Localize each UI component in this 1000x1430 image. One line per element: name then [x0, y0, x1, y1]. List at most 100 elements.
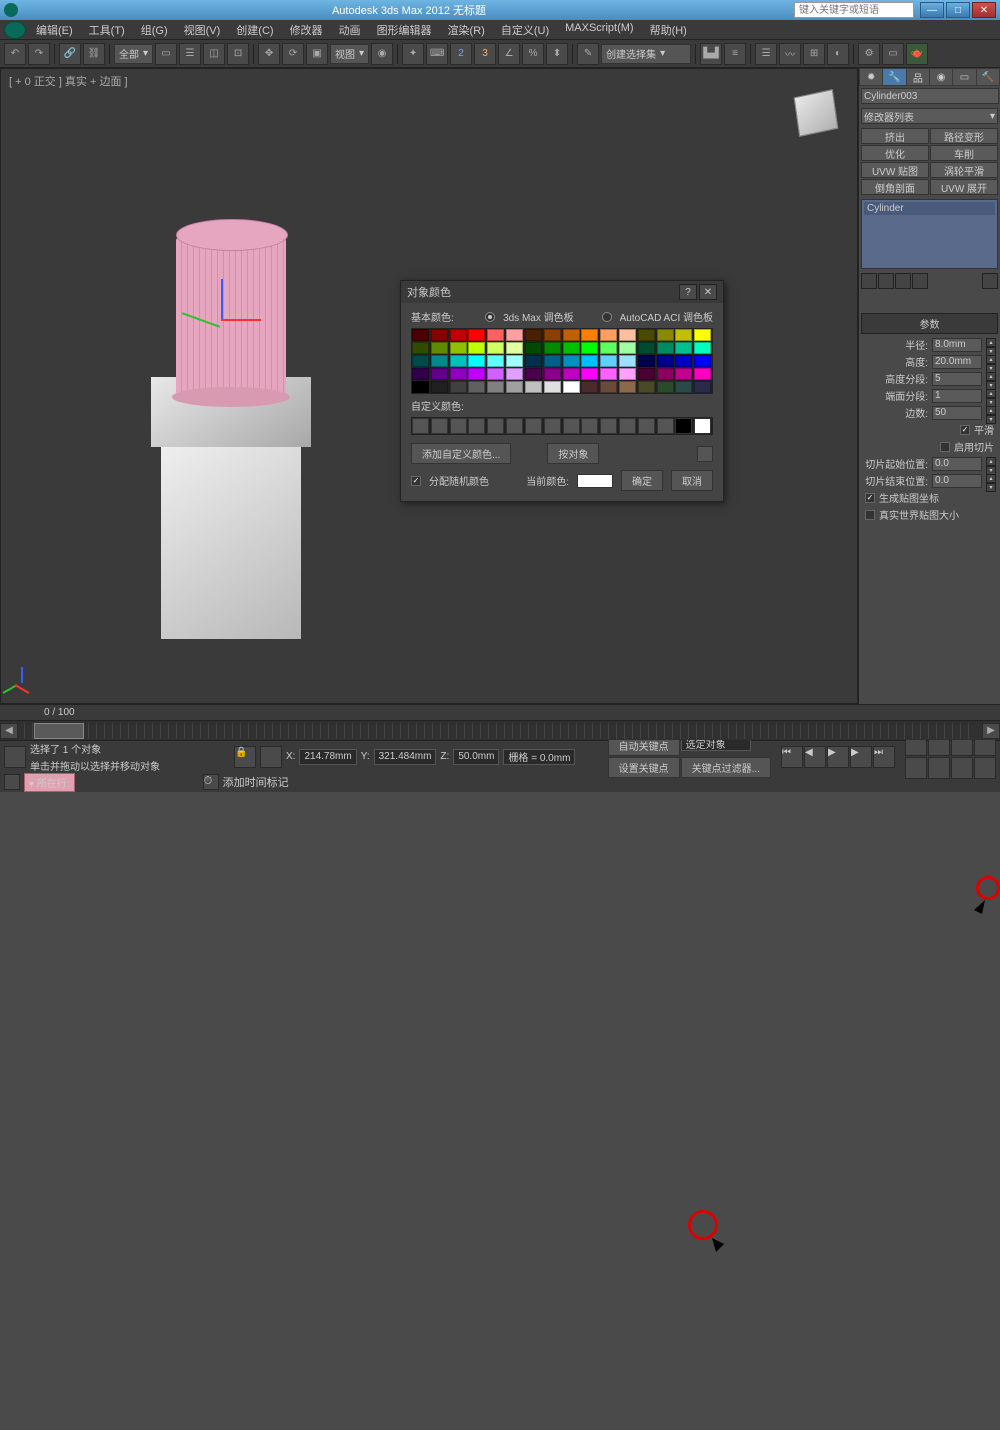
fov-button[interactable]	[905, 757, 927, 779]
custom-color-swatch[interactable]	[581, 418, 598, 434]
color-swatch[interactable]	[525, 368, 542, 380]
move-button[interactable]: ✥	[258, 43, 280, 65]
color-swatch[interactable]	[487, 355, 504, 367]
color-swatch[interactable]	[600, 368, 617, 380]
viewport-label[interactable]: [ + 0 正交 ] 真实 + 边面 ]	[9, 73, 128, 89]
select-region-button[interactable]: ◫	[203, 43, 225, 65]
spinner-snap-button[interactable]: ⬍	[546, 43, 568, 65]
menu-item[interactable]: 编辑(E)	[28, 20, 81, 40]
select-manipulate-button[interactable]: ✦	[402, 43, 424, 65]
y-coord-field[interactable]: 321.484mm	[374, 749, 437, 765]
modifier-button[interactable]: 路径变形	[930, 128, 998, 144]
radius-spinner[interactable]	[932, 338, 982, 352]
color-swatch[interactable]	[525, 329, 542, 341]
render-button[interactable]: 🫖	[906, 43, 928, 65]
snap-3d-button[interactable]: 3	[474, 43, 496, 65]
hierarchy-tab[interactable]: 品	[907, 69, 929, 85]
color-swatch[interactable]	[544, 355, 561, 367]
color-swatch[interactable]	[468, 368, 485, 380]
custom-color-swatch[interactable]	[544, 418, 561, 434]
selection-filter-dropdown[interactable]: 全部 ▾	[114, 44, 153, 64]
color-swatch[interactable]	[619, 381, 636, 393]
color-swatch[interactable]	[431, 368, 448, 380]
color-swatch[interactable]	[544, 381, 561, 393]
goto-end-button[interactable]: ⏭	[873, 746, 895, 768]
custom-color-swatch[interactable]	[600, 418, 617, 434]
unlink-button[interactable]: ⛓	[83, 43, 105, 65]
modifier-button[interactable]: 倒角剖面	[861, 179, 929, 195]
ref-coord-dropdown[interactable]: 视图 ▾	[330, 44, 369, 64]
slice-on-checkbox[interactable]	[940, 442, 950, 452]
color-swatch[interactable]	[619, 368, 636, 380]
color-swatch[interactable]	[581, 355, 598, 367]
motion-tab[interactable]: ◉	[930, 69, 952, 85]
curve-editor-button[interactable]: 〰	[779, 43, 801, 65]
height-spinner[interactable]	[932, 355, 982, 369]
keyboard-shortcut-button[interactable]: ⌨	[426, 43, 448, 65]
modifier-button[interactable]: 涡轮平滑	[930, 162, 998, 178]
color-swatch[interactable]	[431, 329, 448, 341]
radio-aci-palette[interactable]	[602, 312, 612, 322]
menu-item[interactable]: 创建(C)	[228, 20, 281, 40]
mirror-button[interactable]: ▙▟	[700, 43, 722, 65]
menu-item[interactable]: 视图(V)	[176, 20, 229, 40]
menu-item[interactable]: 组(G)	[133, 20, 176, 40]
material-editor-button[interactable]: ◐	[827, 43, 849, 65]
gen-mapping-checkbox[interactable]: ✓	[865, 493, 875, 503]
current-color-preview[interactable]	[577, 474, 613, 488]
menu-item[interactable]: 动画	[331, 20, 369, 40]
color-swatch[interactable]	[412, 368, 429, 380]
color-swatch[interactable]	[506, 381, 523, 393]
modifier-list-dropdown[interactable]: 修改器列表▾	[861, 108, 998, 124]
rotate-button[interactable]: ⟳	[282, 43, 304, 65]
custom-color-swatch[interactable]	[431, 418, 448, 434]
slice-to-spinner[interactable]	[932, 474, 982, 488]
color-swatch[interactable]	[525, 355, 542, 367]
color-swatch[interactable]	[487, 342, 504, 354]
modifier-button[interactable]: 挤出	[861, 128, 929, 144]
time-config-button[interactable]	[4, 774, 20, 790]
color-swatch[interactable]	[468, 342, 485, 354]
z-coord-field[interactable]: 50.0mm	[453, 749, 499, 765]
remove-modifier-button[interactable]	[912, 273, 928, 289]
object-name-input[interactable]	[861, 88, 999, 104]
percent-snap-button[interactable]: %	[522, 43, 544, 65]
dialog-close-button[interactable]: ✕	[699, 284, 717, 300]
color-swatch[interactable]	[487, 368, 504, 380]
angle-snap-button[interactable]: ∠	[498, 43, 520, 65]
color-swatch[interactable]	[581, 342, 598, 354]
x-coord-field[interactable]: 214.78mm	[299, 749, 356, 765]
color-swatch[interactable]	[581, 368, 598, 380]
color-swatch[interactable]	[638, 342, 655, 354]
color-swatch[interactable]	[657, 381, 674, 393]
plane-select[interactable]: ▾ 所在行:	[24, 773, 75, 792]
custom-color-swatch[interactable]	[638, 418, 655, 434]
color-swatch[interactable]	[694, 355, 711, 367]
color-swatch[interactable]	[600, 329, 617, 341]
radio-3dsmax-palette[interactable]	[485, 312, 495, 322]
select-by-name-button[interactable]: ☰	[179, 43, 201, 65]
color-swatch[interactable]	[581, 329, 598, 341]
schematic-view-button[interactable]: ⊞	[803, 43, 825, 65]
modifier-button[interactable]: UVW 贴图	[861, 162, 929, 178]
slice-from-spinner[interactable]	[932, 457, 982, 471]
color-swatch[interactable]	[600, 342, 617, 354]
redo-button[interactable]: ↷	[28, 43, 50, 65]
cap-segs-spinner[interactable]	[932, 389, 982, 403]
color-swatch[interactable]	[657, 342, 674, 354]
named-sel-edit-button[interactable]: ✎	[577, 43, 599, 65]
color-swatch[interactable]	[675, 329, 692, 341]
real-world-checkbox[interactable]	[865, 510, 875, 520]
application-button[interactable]	[4, 21, 26, 39]
color-swatch[interactable]	[657, 355, 674, 367]
orbit-button[interactable]	[951, 757, 973, 779]
color-swatch[interactable]	[412, 329, 429, 341]
isolate-button[interactable]	[260, 746, 282, 768]
color-swatch[interactable]	[487, 329, 504, 341]
named-sel-dropdown[interactable]: 创建选择集 ▾	[601, 44, 691, 64]
modifier-button[interactable]: 车削	[930, 145, 998, 161]
ok-button[interactable]: 确定	[621, 470, 663, 491]
time-tag-button[interactable]: ⏱	[203, 774, 219, 790]
color-swatch[interactable]	[563, 342, 580, 354]
color-swatch[interactable]	[450, 342, 467, 354]
